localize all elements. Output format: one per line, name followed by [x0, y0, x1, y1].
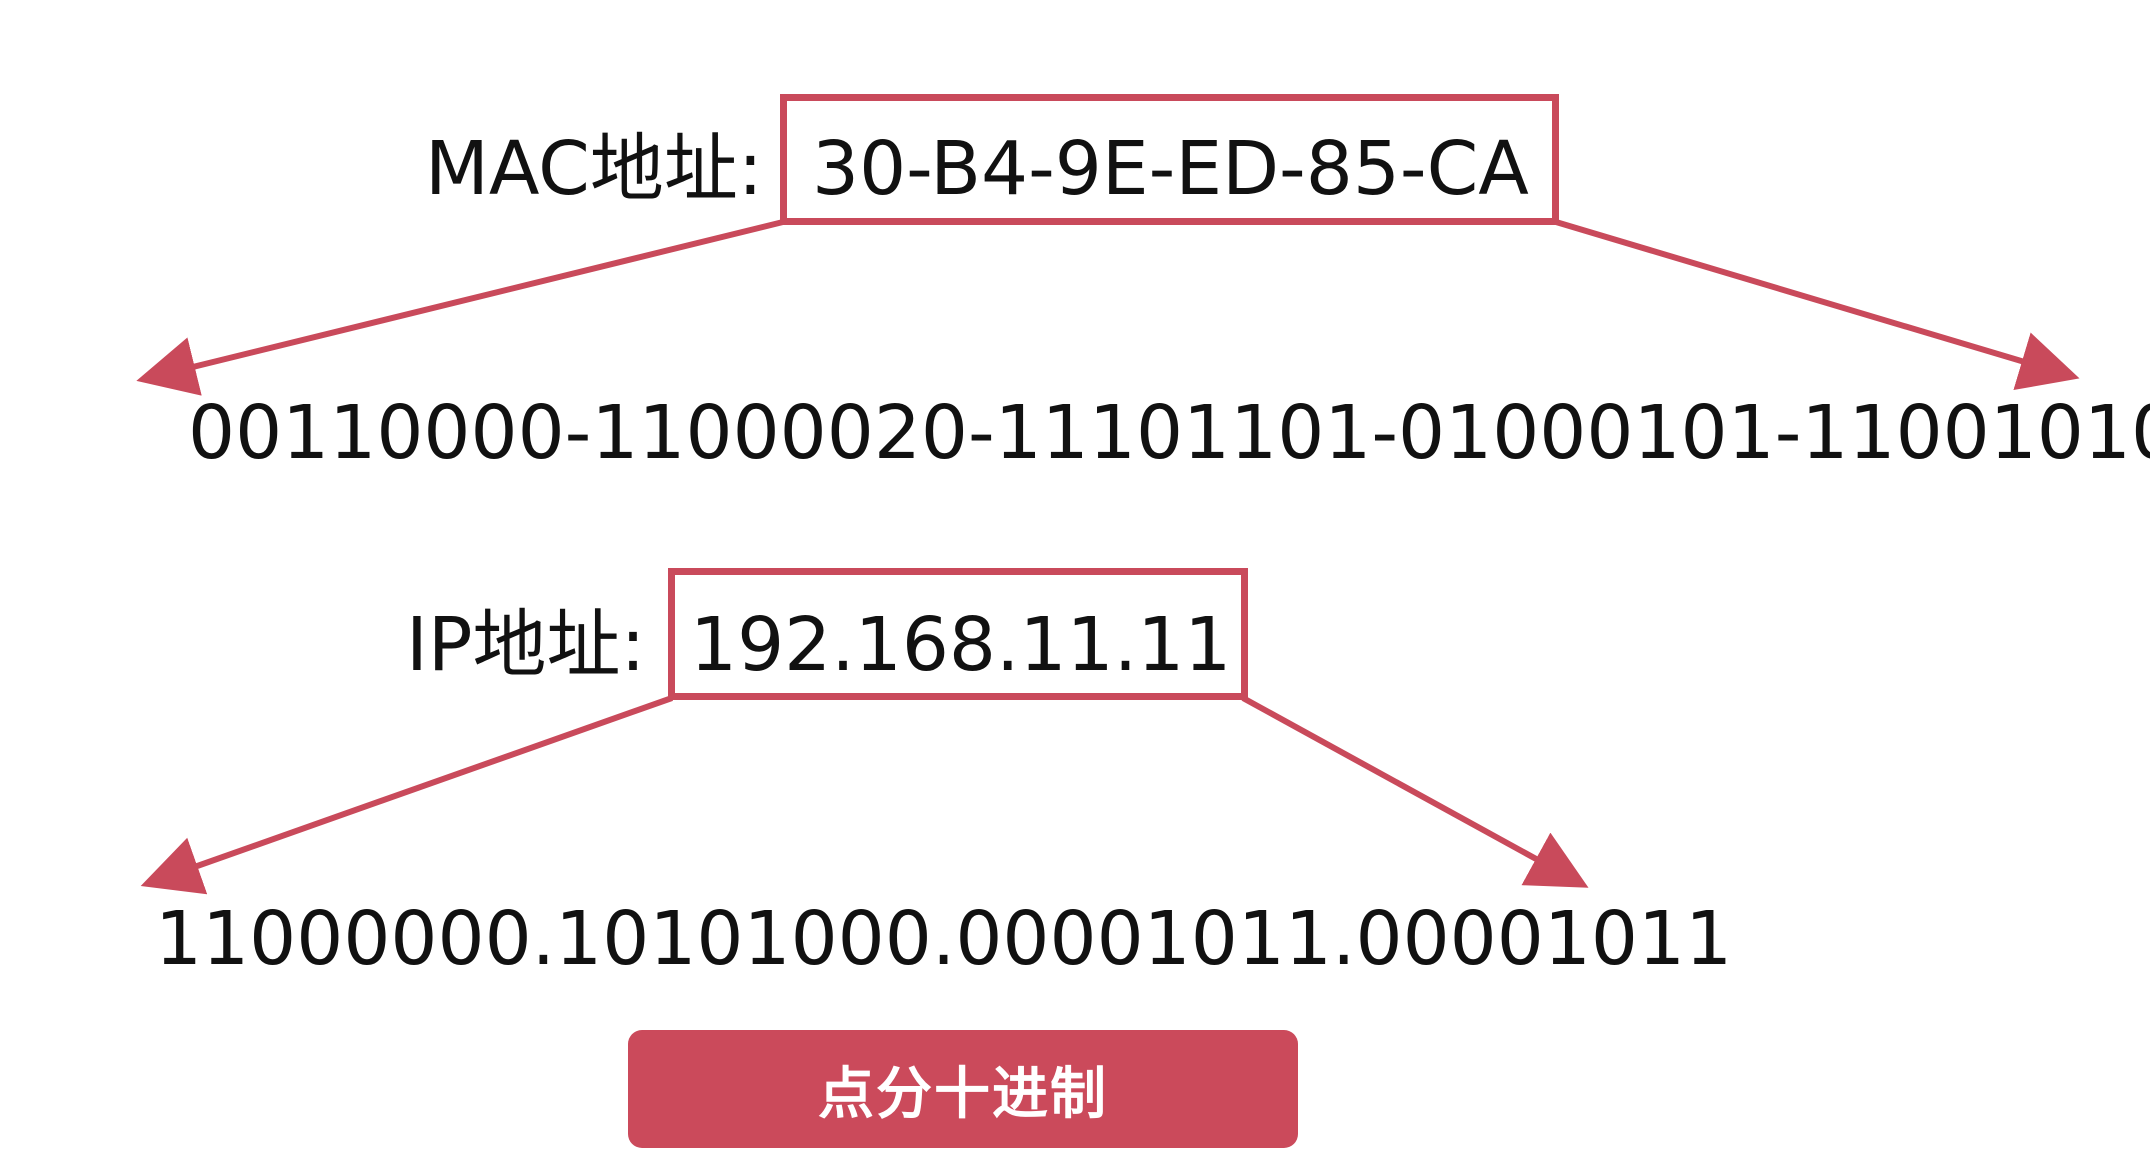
ip-left-arrow [140, 695, 674, 895]
mac-value: 30-B4-9E-ED-85-CA [812, 126, 1529, 212]
dotted-decimal-tag: 点分十进制 [628, 1030, 1298, 1148]
ip-label: IP地址: [406, 602, 646, 688]
ip-right-arrow [1241, 695, 1589, 888]
mac-right-arrow [1555, 219, 2080, 391]
ip-binary: 11000000.10101000.00001011.00001011 [155, 896, 1733, 982]
dotted-decimal-tag-label: 点分十进制 [818, 1061, 1108, 1127]
mac-binary: 00110000-11000020-11101101-01000101-1100… [188, 390, 2150, 476]
diagram-canvas: MAC地址: 30-B4-9E-ED-85-CA 00110000-110000… [0, 0, 2150, 1170]
mac-label: MAC地址: [425, 126, 763, 212]
mac-left-arrow [136, 219, 784, 396]
ip-value: 192.168.11.11 [690, 602, 1232, 688]
